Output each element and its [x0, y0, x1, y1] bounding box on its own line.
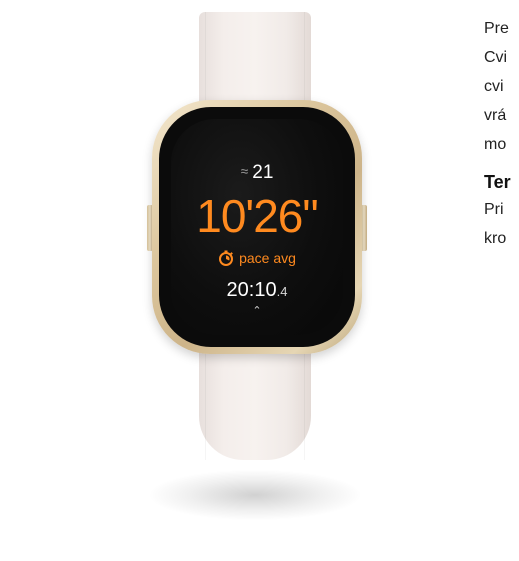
pace-label-row: pace avg: [171, 250, 343, 269]
floors-row: ≈21: [171, 162, 343, 184]
article-heading: Ter: [484, 172, 511, 192]
elapsed-sub: .4: [276, 284, 288, 299]
article-line: cvi: [484, 78, 504, 95]
floors-chevron-icon: ≈: [240, 163, 249, 179]
article-line: vrá: [484, 107, 507, 124]
article-line: Pri: [484, 201, 504, 218]
watch-bezel: ≈21 10'26" pace avg 20:10.4 ⌃: [159, 107, 355, 347]
stopwatch-icon: [218, 250, 234, 269]
article-line: Cvi: [484, 49, 508, 66]
article-line: Pre: [484, 20, 509, 37]
floors-value: 21: [252, 162, 274, 183]
article-line: mo: [484, 136, 507, 153]
watch-band-bottom: [199, 338, 311, 460]
pace-value: 10'26": [196, 190, 318, 242]
elapsed-time: 20:10.4: [171, 279, 343, 302]
elapsed-main: 20:10: [226, 279, 277, 301]
pace-label: pace avg: [239, 250, 296, 266]
article-line: kro: [484, 230, 507, 247]
watch-case: ≈21 10'26" pace avg 20:10.4 ⌃: [152, 100, 362, 354]
watch-screen: ≈21 10'26" pace avg 20:10.4 ⌃: [171, 119, 343, 335]
article-text-clipped: Pre Cvi cvi vrá mo Ter Pri kro: [484, 14, 519, 253]
watch-shadow: [150, 470, 360, 520]
chevron-up-icon[interactable]: ⌃: [171, 304, 343, 317]
